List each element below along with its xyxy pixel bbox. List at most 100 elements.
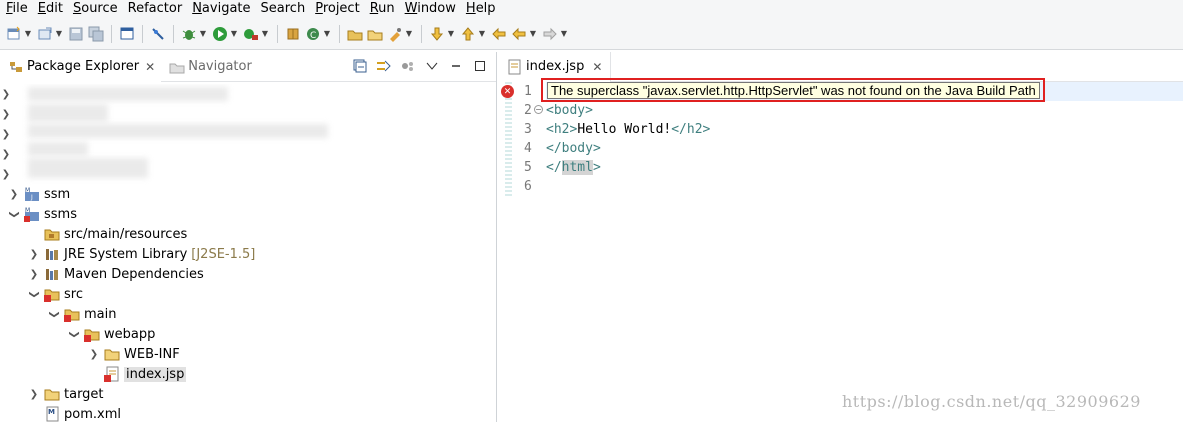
code-text[interactable]: <body> <h2>Hello World!</h2> </body> </h…: [546, 82, 1183, 196]
tree-row-blurred[interactable]: ❯: [0, 104, 12, 124]
error-icon[interactable]: ✕: [501, 85, 514, 98]
new-project-icon[interactable]: [36, 25, 54, 43]
menu-mnemonic: S: [72, 1, 82, 16]
chevron-right-icon[interactable]: ❯: [28, 269, 40, 280]
filter-icon[interactable]: [400, 58, 416, 74]
collapse-all-icon[interactable]: [352, 58, 368, 74]
chevron-right-icon[interactable]: ❯: [0, 129, 12, 140]
chevron-down-icon[interactable]: ▼: [323, 29, 331, 38]
chevron-down-icon[interactable]: ▼: [405, 29, 413, 38]
chevron-down-icon[interactable]: ▼: [261, 29, 269, 38]
tree-row-webapp[interactable]: ❯ webapp: [68, 324, 155, 344]
tab-package-explorer[interactable]: Package Explorer ✕: [0, 51, 162, 82]
menu-source[interactable]: Source: [68, 0, 123, 18]
close-icon[interactable]: ✕: [145, 60, 155, 74]
menu-refactor[interactable]: Refactor: [123, 0, 188, 18]
tree-row-main[interactable]: ❯ main: [48, 304, 116, 324]
tree-item-label: index.jsp: [124, 366, 187, 382]
new-icon[interactable]: [5, 25, 23, 43]
line-number: 2: [524, 103, 532, 118]
tree-item-label: JRE System Library: [64, 246, 188, 262]
code-line[interactable]: <body>: [546, 101, 1183, 120]
code-line[interactable]: <h2>Hello World!</h2>: [546, 120, 1183, 139]
debug-icon[interactable]: [180, 25, 198, 43]
code-line[interactable]: </html>: [546, 158, 1183, 177]
maximize-icon[interactable]: [472, 58, 488, 74]
open-folder-icon[interactable]: [366, 25, 384, 43]
text-content: Hello World!: [577, 122, 672, 137]
minimize-icon[interactable]: [448, 58, 464, 74]
new-java-class-icon[interactable]: C: [304, 25, 322, 43]
back-icon[interactable]: [510, 25, 528, 43]
console-icon[interactable]: [118, 25, 136, 43]
chevron-right-icon[interactable]: ❯: [0, 149, 12, 160]
menu-run[interactable]: Run: [365, 0, 400, 18]
tree-row-blurred[interactable]: ❯: [0, 124, 12, 144]
skip-breakpoints-icon[interactable]: [149, 25, 167, 43]
last-edit-icon[interactable]: [490, 25, 508, 43]
external-tools-icon[interactable]: [242, 25, 260, 43]
tree-row-src[interactable]: ❯ src: [28, 284, 83, 304]
chevron-down-icon[interactable]: ▼: [55, 29, 63, 38]
tab-label: Navigator: [188, 59, 252, 74]
menu-label: Search: [260, 1, 306, 16]
menu-search[interactable]: Search: [256, 0, 311, 18]
menu-mnemonic: H: [465, 1, 476, 16]
code-line[interactable]: </body>: [546, 139, 1183, 158]
menu-project[interactable]: Project: [310, 0, 365, 18]
chevron-down-icon[interactable]: ▼: [560, 29, 568, 38]
save-all-icon[interactable]: [87, 25, 105, 43]
tab-navigator[interactable]: Navigator: [161, 52, 258, 82]
redacted-area: [28, 124, 328, 138]
chevron-down-icon[interactable]: ❯: [69, 328, 80, 340]
menu-edit[interactable]: Edit: [33, 0, 68, 18]
chevron-down-icon[interactable]: ▼: [529, 29, 537, 38]
tree-row-ssms[interactable]: ❯ M ssms: [8, 204, 77, 224]
chevron-right-icon[interactable]: ❯: [0, 169, 12, 180]
chevron-down-icon[interactable]: ❯: [29, 288, 40, 300]
menu-help[interactable]: Help: [461, 0, 501, 18]
chevron-right-icon[interactable]: ❯: [88, 349, 100, 360]
run-icon[interactable]: [211, 25, 229, 43]
tree-item-label: ssm: [44, 186, 71, 202]
tree-row-blurred[interactable]: ❯: [0, 164, 12, 184]
chevron-down-icon[interactable]: ▼: [24, 29, 32, 38]
line-number: 3: [524, 122, 532, 137]
tree-row-blurred[interactable]: ❯: [0, 144, 12, 164]
menu-file[interactable]: File: [0, 0, 33, 18]
open-type-icon[interactable]: [346, 25, 364, 43]
link-with-editor-icon[interactable]: [376, 58, 392, 74]
tree-row-index-jsp[interactable]: index.jsp: [88, 364, 187, 384]
new-java-package-icon[interactable]: [284, 25, 302, 43]
chevron-down-icon[interactable]: ▼: [478, 29, 486, 38]
search-icon[interactable]: [386, 25, 404, 43]
chevron-down-icon[interactable]: ▼: [230, 29, 238, 38]
tree-row-jre[interactable]: ❯ JRE System Library [J2SE-1.5]: [28, 244, 256, 264]
chevron-right-icon[interactable]: ❯: [0, 89, 12, 100]
tree-row-pom[interactable]: M pom.xml: [28, 404, 121, 422]
tree-row-target[interactable]: ❯ target: [28, 384, 104, 404]
tree-row-resources[interactable]: src/main/resources: [28, 224, 187, 244]
chevron-right-icon[interactable]: ❯: [28, 249, 40, 260]
close-icon[interactable]: ✕: [592, 60, 602, 74]
save-icon[interactable]: [67, 25, 85, 43]
chevron-down-icon[interactable]: ▼: [447, 29, 455, 38]
tree-row-maven-deps[interactable]: ❯ Maven Dependencies: [28, 264, 204, 284]
chevron-right-icon[interactable]: ❯: [0, 109, 12, 120]
next-annotation-icon[interactable]: [428, 25, 446, 43]
chevron-down-icon[interactable]: ❯: [9, 208, 20, 220]
code-line[interactable]: [546, 177, 1183, 196]
tab-index-jsp[interactable]: index.jsp ✕: [498, 51, 612, 82]
menu-window[interactable]: Window: [400, 0, 461, 18]
menu-navigate[interactable]: Navigate: [187, 0, 255, 18]
chevron-right-icon[interactable]: ❯: [8, 189, 20, 200]
chevron-right-icon[interactable]: ❯: [28, 389, 40, 400]
tree-row-blurred[interactable]: ❯: [0, 84, 12, 104]
view-menu-icon[interactable]: [424, 58, 440, 74]
chevron-down-icon[interactable]: ❯: [49, 308, 60, 320]
prev-annotation-icon[interactable]: [459, 25, 477, 43]
chevron-down-icon[interactable]: ▼: [199, 29, 207, 38]
tree-row-ssm[interactable]: ❯ MJ ssm: [8, 184, 70, 204]
forward-icon[interactable]: [541, 25, 559, 43]
tree-row-web-inf[interactable]: ❯ WEB-INF: [88, 344, 180, 364]
